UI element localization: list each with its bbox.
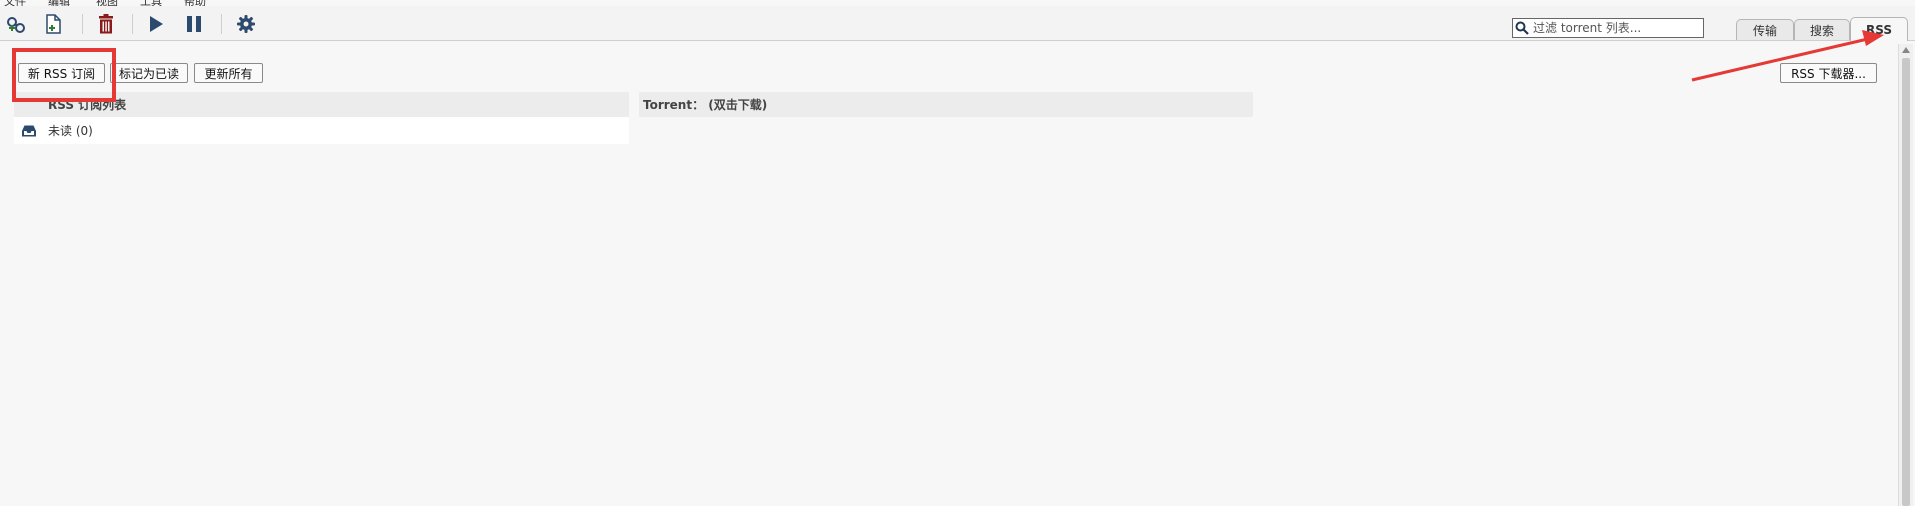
add-torrent-link-icon: [7, 17, 25, 33]
inbox-icon: [14, 124, 44, 138]
add-torrent-file-button[interactable]: [40, 12, 66, 36]
torrents-header-label: Torrent： (双击下载): [643, 98, 768, 112]
add-torrent-link-button[interactable]: [4, 12, 30, 36]
toolbar-separator: [221, 14, 222, 34]
delete-icon: [99, 14, 113, 34]
scroll-up-arrow-icon[interactable]: [1902, 47, 1910, 53]
resume-button[interactable]: [143, 12, 169, 36]
search-input[interactable]: [1531, 20, 1700, 36]
toolbar-separator: [132, 14, 133, 34]
resume-icon: [150, 16, 163, 32]
add-torrent-file-icon: [46, 14, 61, 34]
options-gear-icon: [237, 15, 255, 33]
annotation-arrow: [1691, 30, 1884, 82]
update-all-button[interactable]: 更新所有: [194, 63, 263, 83]
vertical-scrollbar[interactable]: [1898, 44, 1913, 506]
feed-item-unread[interactable]: 未读 (0): [14, 117, 629, 144]
tab-search[interactable]: 搜索: [1794, 19, 1850, 40]
feeds-column-header: RSS 订阅列表: [14, 92, 629, 117]
new-rss-subscription-button[interactable]: 新 RSS 订阅: [18, 63, 105, 83]
feed-item-label: 未读 (0): [48, 124, 93, 138]
scrollbar-thumb[interactable]: [1902, 58, 1910, 506]
toolbar-separator: [82, 14, 83, 34]
pause-icon: [187, 16, 201, 32]
tab-transfers[interactable]: 传输: [1736, 19, 1794, 40]
torrents-column-header: Torrent： (双击下载): [639, 92, 1253, 117]
options-button[interactable]: [233, 12, 259, 36]
toolbar: [0, 6, 1915, 41]
mark-as-read-button[interactable]: 标记为已读: [110, 63, 188, 83]
tab-rss[interactable]: RSS: [1850, 17, 1908, 41]
search-icon: [1513, 19, 1531, 37]
pause-button[interactable]: [181, 12, 207, 36]
feeds-header-label: RSS 订阅列表: [48, 98, 127, 112]
delete-button[interactable]: [93, 12, 119, 36]
search-box: [1512, 18, 1704, 38]
rss-downloader-button[interactable]: RSS 下载器...: [1780, 63, 1877, 83]
